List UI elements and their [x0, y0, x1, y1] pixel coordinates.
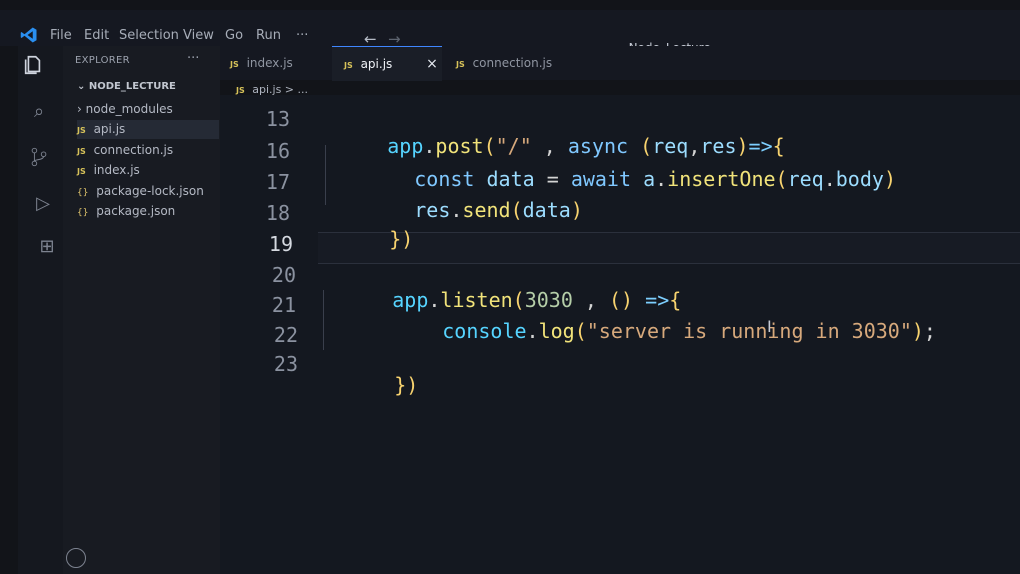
code-line-21[interactable]: console.log("server is running in 3030")…	[370, 295, 936, 367]
folder-title[interactable]: ⌄ NODE_LECTURE	[77, 81, 176, 92]
line-number: 19	[268, 232, 293, 256]
menu-more[interactable]: ···	[296, 28, 308, 43]
explorer-sidebar: EXPLORER ··· ⌄ NODE_LECTURE › node_modul…	[63, 46, 220, 574]
tree-item-node-modules[interactable]: › node_modules	[77, 100, 219, 119]
tab-api-js[interactable]: JS api.js ×	[332, 46, 442, 81]
tab-label: connection.js	[472, 56, 553, 70]
tab-connection-js[interactable]: JS connection.js	[456, 46, 576, 80]
js-file-icon: JS	[77, 167, 86, 176]
code-line-23[interactable]: })	[322, 349, 418, 421]
chevron-right-icon: ›	[77, 102, 86, 116]
vscode-window: File Edit Selection View Go Run ··· ← → …	[0, 0, 1020, 574]
text-cursor-icon: I	[767, 317, 772, 336]
tab-label: index.js	[246, 56, 293, 70]
tree-item-connection-js[interactable]: JS connection.js	[77, 141, 219, 160]
tree-item-label: node_modules	[85, 102, 173, 116]
code-editor[interactable]: 13 16 17 18 19 20 21 22 23 app.post("/" …	[220, 95, 1020, 574]
tree-item-label: package.json	[96, 204, 176, 218]
tab-index-js[interactable]: JS index.js	[230, 46, 330, 80]
files-icon[interactable]	[22, 54, 44, 76]
title-bar: File Edit Selection View Go Run ··· ← → …	[0, 10, 1020, 63]
chevron-down-icon: ⌄	[77, 81, 89, 92]
line-number: 18	[265, 201, 290, 225]
menu-run[interactable]: Run	[256, 28, 281, 43]
activity-bar: ⌕ ▷ ⊞	[18, 46, 63, 574]
search-icon[interactable]: ⌕	[28, 101, 50, 123]
json-file-icon: {}	[77, 208, 89, 218]
menu-view[interactable]: View	[183, 28, 214, 43]
line-number: 21	[271, 293, 296, 317]
menu-go[interactable]: Go	[225, 28, 243, 43]
json-file-icon: {}	[77, 188, 89, 198]
source-control-icon[interactable]	[28, 146, 50, 168]
js-file-icon: JS	[456, 60, 465, 69]
js-file-icon: JS	[230, 60, 239, 69]
tab-label: api.js	[360, 57, 393, 71]
tree-item-label: index.js	[93, 163, 140, 177]
vscode-logo-icon	[20, 27, 37, 43]
js-file-icon: JS	[77, 147, 86, 156]
editor-tab-bar: JS index.js JS api.js × JS connection.js	[220, 46, 1020, 81]
js-file-icon: JS	[77, 126, 86, 135]
explorer-title: EXPLORER	[75, 55, 130, 66]
tree-item-label: package-lock.json	[96, 184, 204, 198]
close-icon[interactable]: ×	[426, 56, 438, 72]
explorer-more-button[interactable]: ···	[187, 51, 199, 66]
tree-item-label: api.js	[93, 122, 126, 136]
extensions-icon[interactable]: ⊞	[36, 236, 58, 258]
tree-item-index-js[interactable]: JS index.js	[77, 161, 219, 180]
js-file-icon: JS	[236, 86, 245, 95]
line-number: 16	[265, 139, 290, 163]
menu-file[interactable]: File	[50, 28, 72, 43]
tree-item-label: connection.js	[93, 143, 174, 157]
line-number: 22	[273, 323, 298, 347]
line-number: 20	[271, 263, 296, 287]
tree-item-api-js[interactable]: JS api.js	[77, 120, 219, 139]
tree-item-package-lock-json[interactable]: {} package-lock.json	[77, 182, 219, 201]
folder-name: NODE_LECTURE	[88, 81, 176, 92]
tree-item-package-json[interactable]: {} package.json	[77, 202, 219, 221]
run-debug-icon[interactable]: ▷	[32, 193, 54, 215]
line-number: 23	[273, 352, 298, 376]
line-number: 13	[265, 107, 290, 131]
menu-edit[interactable]: Edit	[84, 28, 109, 43]
menu-selection[interactable]: Selection	[119, 28, 179, 43]
line-number: 17	[265, 170, 290, 194]
account-icon[interactable]	[66, 548, 86, 568]
js-file-icon: JS	[344, 61, 353, 70]
